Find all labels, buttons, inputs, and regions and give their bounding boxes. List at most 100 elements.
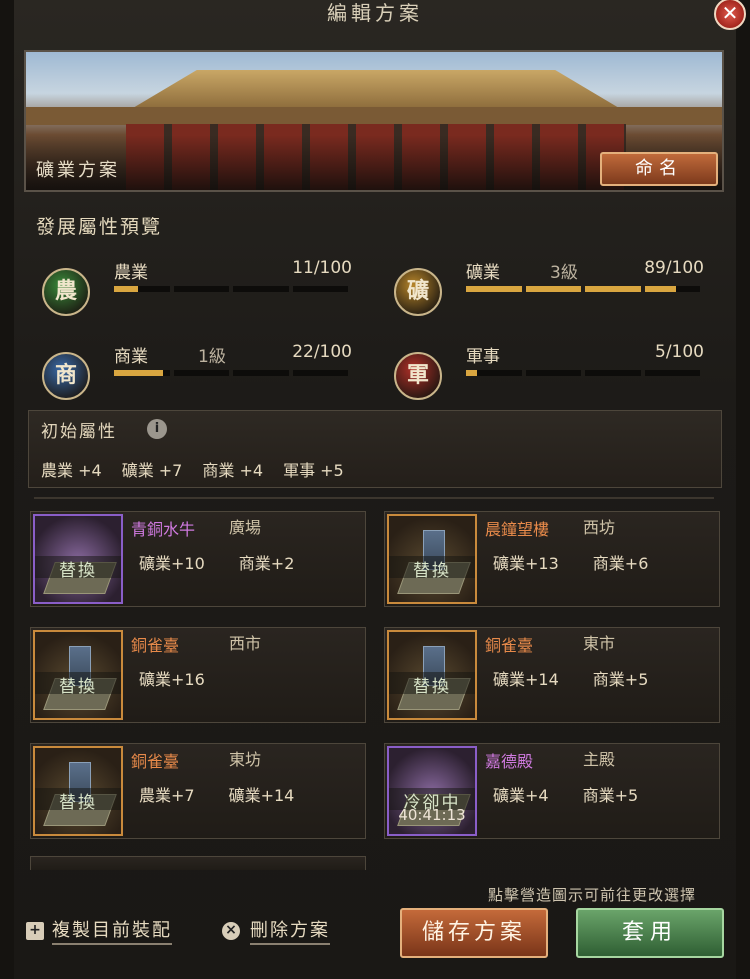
attribute-name: 商業 (114, 347, 148, 367)
attribute-preview-title: 發展屬性預覽 (36, 216, 163, 238)
cooldown-timer: 40:41:13 (398, 806, 466, 824)
building-stats: 礦業+4 商業+5 (493, 782, 638, 806)
building-stats: 礦業+13 商業+6 (493, 550, 648, 574)
plan-name: 礦業方案 (36, 160, 120, 181)
building-stat: 礦業+10 (139, 554, 205, 573)
building-card[interactable]: 替換 銅雀臺 西市 礦業+16 (30, 627, 366, 723)
building-thumbnail[interactable]: 替換 (33, 746, 123, 836)
attribute-name: 農業 (114, 263, 148, 283)
military-badge-icon: 軍 (394, 352, 442, 400)
progress-segment (233, 370, 289, 376)
initial-value: 商業 +4 (202, 461, 264, 480)
plan-banner: 礦業方案 命名 (24, 50, 724, 192)
building-stats: 礦業+14 商業+5 (493, 666, 648, 690)
building-location: 東市 (583, 634, 616, 653)
info-icon[interactable]: i (147, 419, 167, 439)
attribute-mining: 礦 礦業 3級 89/100 (384, 256, 704, 334)
building-stat: 農業+7 (139, 786, 195, 805)
building-stat: 商業+5 (582, 786, 639, 805)
attribute-value: 11/100 (292, 258, 352, 278)
building-stats: 礦業+10 商業+2 (139, 550, 294, 574)
progress-fill (114, 286, 139, 292)
attribute-progress-bar (466, 370, 700, 376)
initial-value: 礦業 +7 (121, 461, 183, 480)
building-stat: 礦業+4 (493, 786, 549, 805)
attribute-military: 軍 軍事 5/100 (384, 340, 704, 418)
progress-segment (585, 286, 641, 292)
attribute-progress-bar (114, 286, 348, 292)
attribute-level: 3級 (550, 263, 578, 283)
building-card[interactable]: 替換 銅雀臺 東坊 農業+7 礦業+14 (30, 743, 366, 839)
building-location: 主殿 (583, 750, 616, 769)
building-stat: 礦業+14 (228, 786, 295, 805)
progress-fill (644, 286, 676, 292)
replace-label: 替換 (389, 556, 475, 581)
progress-segment (644, 370, 700, 376)
building-card[interactable]: 冷卻中 40:41:13 嘉德殿 主殿 礦業+4 商業+5 (384, 743, 720, 839)
attribute-value: 22/100 (292, 342, 352, 362)
building-location: 西市 (229, 634, 262, 653)
save-plan-button[interactable]: 儲存方案 (400, 908, 548, 958)
building-card[interactable]: 替換 青銅水牛 廣場 礦業+10 商業+2 (30, 511, 366, 607)
replace-label: 替換 (389, 672, 475, 697)
building-card-partial[interactable] (30, 856, 366, 870)
palace-eave-image (26, 107, 722, 125)
palace-roof-image (129, 70, 623, 110)
building-thumbnail[interactable]: 替換 (33, 630, 123, 720)
building-thumbnail[interactable]: 替換 (387, 514, 477, 604)
attribute-level: 1級 (198, 347, 226, 367)
section-divider (34, 497, 714, 499)
progress-segment (466, 286, 522, 292)
building-stat: 礦業+16 (139, 670, 205, 689)
progress-segment (114, 286, 170, 292)
progress-fill (466, 370, 478, 376)
close-icon: ✕ (721, 1, 739, 25)
attribute-value: 89/100 (644, 258, 704, 278)
building-name: 嘉德殿 (485, 752, 534, 771)
building-location: 東坊 (229, 750, 262, 769)
building-location: 廣場 (229, 518, 262, 537)
dialog-title: 編輯方案 (327, 1, 423, 25)
progress-segment (585, 370, 641, 376)
progress-segment (644, 286, 700, 292)
attribute-agriculture: 農 農業 11/100 (32, 256, 352, 334)
progress-fill (585, 286, 641, 292)
attribute-progress-bar (466, 286, 700, 292)
replace-label: 替換 (35, 556, 121, 581)
attribute-name: 軍事 (466, 347, 500, 367)
building-stats: 礦業+16 (139, 666, 205, 690)
progress-segment (292, 370, 348, 376)
apply-button[interactable]: 套用 (576, 908, 724, 958)
progress-segment (525, 370, 581, 376)
building-stat: 商業+6 (592, 554, 649, 573)
building-stat: 礦業+13 (493, 554, 559, 573)
building-stat: 商業+2 (238, 554, 295, 573)
building-stats: 農業+7 礦業+14 (139, 782, 294, 806)
progress-segment (466, 370, 522, 376)
initial-attributes-values: 農業 +4 礦業 +7 商業 +4 軍事 +5 (41, 457, 344, 481)
delete-plan-button[interactable]: 刪除方案 (250, 916, 330, 945)
initial-attributes-panel: 初始屬性 i 農業 +4 礦業 +7 商業 +4 軍事 +5 (28, 410, 722, 488)
progress-segment (114, 370, 170, 376)
copy-icon[interactable]: + (26, 922, 44, 940)
building-thumbnail[interactable]: 替換 (33, 514, 123, 604)
progress-segment (525, 286, 581, 292)
building-name: 銅雀臺 (131, 752, 180, 771)
building-thumbnail[interactable]: 冷卻中 40:41:13 (387, 746, 477, 836)
mining-badge-icon: 礦 (394, 268, 442, 316)
building-thumbnail[interactable]: 替換 (387, 630, 477, 720)
attribute-name: 礦業 (466, 263, 500, 283)
building-location: 西坊 (583, 518, 616, 537)
replace-label: 替換 (35, 672, 121, 697)
agriculture-badge-icon: 農 (42, 268, 90, 316)
delete-icon[interactable]: × (222, 922, 240, 940)
progress-fill (114, 370, 163, 376)
attribute-commerce: 商 商業 1級 22/100 (32, 340, 352, 418)
building-stat: 商業+5 (592, 670, 649, 689)
building-card[interactable]: 替換 銅雀臺 東市 礦業+14 商業+5 (384, 627, 720, 723)
rename-button[interactable]: 命名 (600, 152, 718, 186)
building-card[interactable]: 替換 晨鐘望樓 西坊 礦業+13 商業+6 (384, 511, 720, 607)
progress-segment (173, 370, 229, 376)
copy-loadout-button[interactable]: 複製目前裝配 (52, 916, 172, 945)
progress-segment (233, 286, 289, 292)
